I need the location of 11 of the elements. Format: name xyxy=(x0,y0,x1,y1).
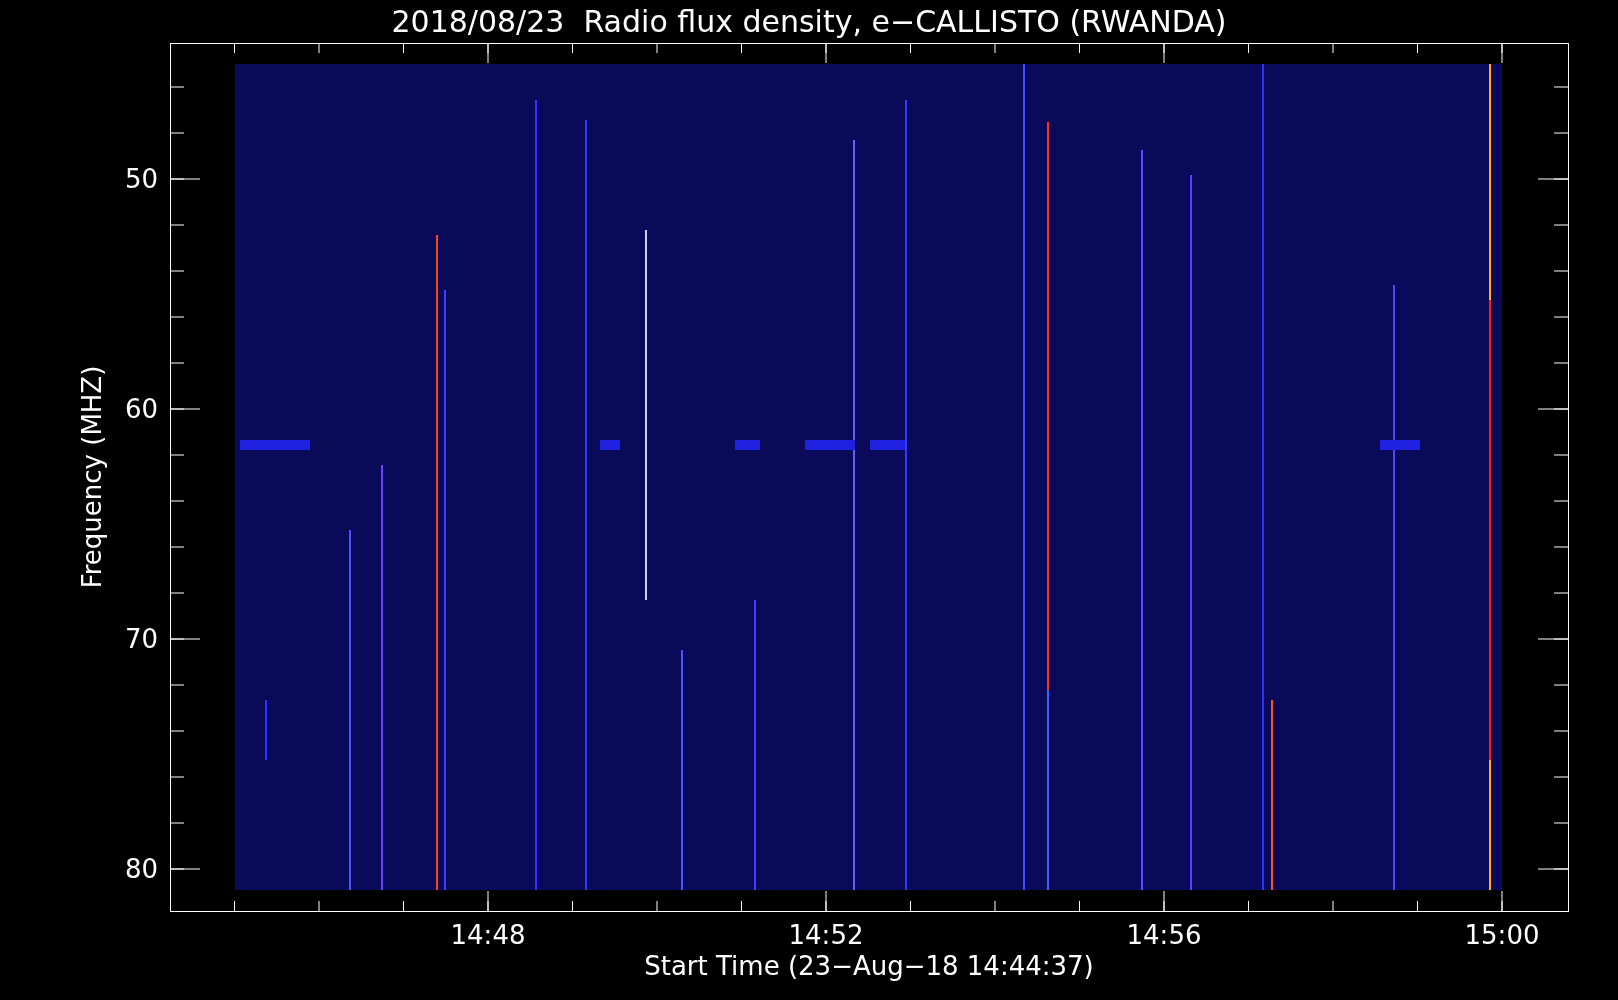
y-axis-label: Frequency (MHZ) xyxy=(77,365,107,589)
y-tick-label: 50 xyxy=(123,164,158,194)
y-tick-label: 80 xyxy=(123,854,158,884)
x-tick-label: 15:00 xyxy=(1463,920,1541,950)
x-tick-label: 14:56 xyxy=(1125,920,1203,950)
y-tick-label: 70 xyxy=(123,624,158,654)
plot-title: 2018/08/23 Radio flux density, e−CALLISTO (RWANDA) xyxy=(391,3,1227,41)
y-tick-label: 60 xyxy=(123,394,158,424)
x-tick-label: 14:48 xyxy=(449,920,527,950)
x-axis-label: Start Time (23−Aug−18 14:44:37) xyxy=(644,950,1094,982)
x-tick-label: 14:52 xyxy=(787,920,865,950)
